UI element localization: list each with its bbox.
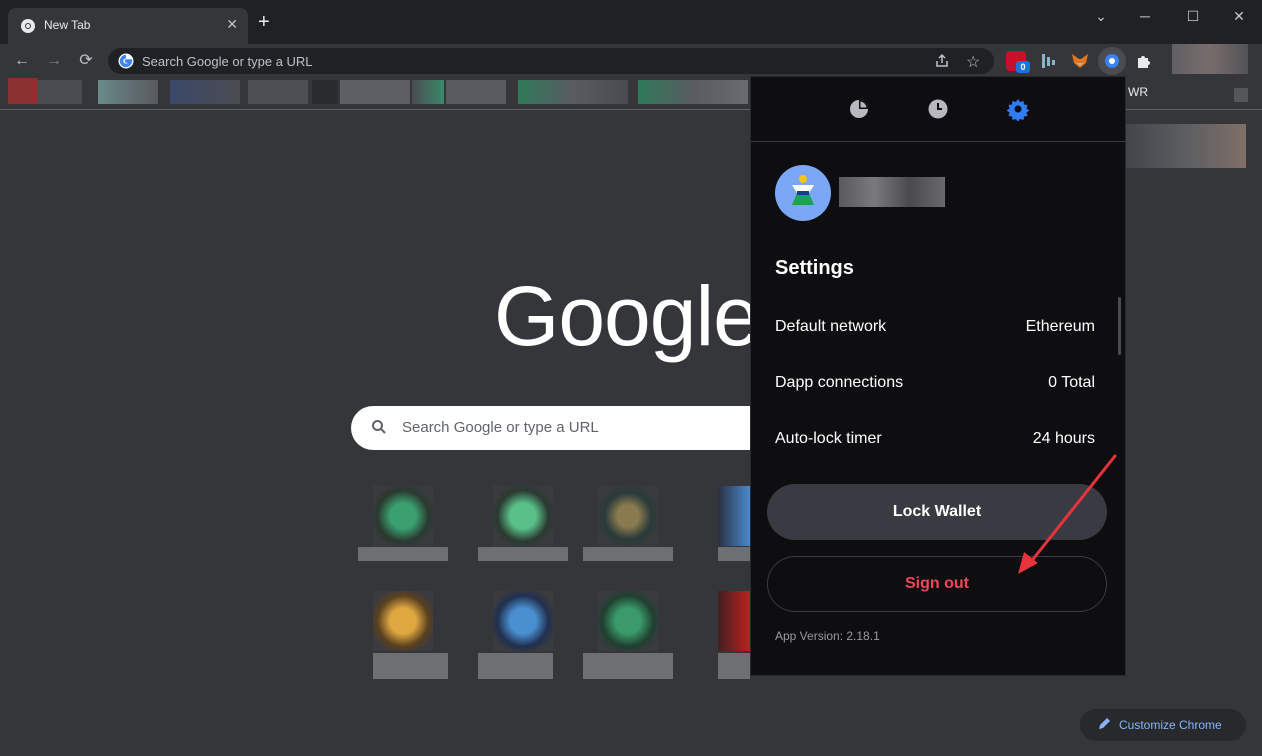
setting-value: 24 hours	[1032, 430, 1095, 447]
maximize-button[interactable]: ☐	[1178, 6, 1208, 26]
bookmark-item[interactable]	[38, 80, 82, 104]
share-icon[interactable]	[934, 53, 950, 74]
reload-button[interactable]: ⟳	[75, 50, 97, 72]
shortcut-tile-icon[interactable]	[373, 486, 433, 546]
bookmark-item[interactable]	[8, 78, 38, 104]
setting-label: Dapp connections	[775, 374, 904, 391]
fox-wallet-icon[interactable]	[1070, 51, 1090, 71]
minimize-button[interactable]: ─	[1130, 6, 1160, 26]
shortcut-tile-label[interactable]	[583, 547, 673, 561]
bookmark-item[interactable]	[170, 80, 240, 104]
wallet-popup: Settings Default network Ethereum Dapp c…	[750, 76, 1126, 676]
profile-avatar[interactable]	[1172, 44, 1248, 74]
scrollbar[interactable]	[1118, 297, 1121, 355]
clock-icon[interactable]	[927, 98, 949, 125]
close-window-button[interactable]: ✕	[1224, 6, 1254, 26]
annotation-arrow-icon	[1018, 454, 1117, 574]
tab-new-tab[interactable]: New Tab ✕	[8, 8, 248, 44]
shortcut-tile-icon[interactable]	[493, 591, 553, 651]
extension-badge: 0	[1016, 61, 1030, 73]
gear-icon[interactable]	[1006, 97, 1030, 126]
bookmark-item[interactable]	[248, 80, 308, 104]
pixelated-shortcut	[1126, 124, 1246, 168]
shortcut-tile-icon[interactable]	[718, 591, 750, 651]
bookmark-item[interactable]	[638, 80, 748, 104]
bookmark-item[interactable]	[98, 80, 158, 104]
shortcut-tile-label[interactable]	[478, 547, 568, 561]
tab-strip: New Tab ✕ + ⌄ ─ ☐ ✕	[0, 0, 1262, 44]
omnibox-placeholder: Search Google or type a URL	[142, 54, 313, 69]
shortcut-tile-label[interactable]	[358, 547, 448, 561]
extension-bars-icon[interactable]	[1038, 51, 1058, 71]
app-version: App Version: 2.18.1	[775, 629, 880, 643]
forward-button[interactable]: →	[43, 50, 65, 72]
bookmark-item[interactable]	[518, 80, 628, 104]
tab-search-button[interactable]: ⌄	[1086, 6, 1116, 26]
setting-value: Ethereum	[1025, 318, 1095, 335]
chrome-icon	[20, 18, 36, 39]
account-name-redacted	[839, 177, 945, 207]
extension-shield-icon[interactable]: 0	[1006, 51, 1030, 73]
pencil-icon	[1097, 717, 1111, 736]
shortcut-tile-label[interactable]	[583, 653, 673, 679]
bookmark-item[interactable]	[340, 80, 410, 104]
setting-value: 0 Total	[1048, 374, 1095, 391]
pie-chart-icon[interactable]	[848, 98, 870, 125]
bookmark-item[interactable]	[312, 80, 338, 104]
ntp-search-placeholder: Search Google or type a URL	[402, 419, 599, 436]
new-tab-button[interactable]: +	[258, 12, 270, 32]
bookmark-overflow[interactable]	[1234, 88, 1248, 102]
close-tab-icon[interactable]: ✕	[226, 16, 238, 33]
shortcut-tile-label[interactable]	[373, 653, 448, 679]
shortcut-tile-icon[interactable]	[598, 486, 658, 546]
bookmark-item[interactable]	[446, 80, 506, 104]
active-wallet-extension-icon[interactable]	[1098, 47, 1126, 75]
shortcut-tile-label[interactable]	[718, 547, 750, 561]
customize-chrome-label: Customize Chrome	[1119, 718, 1222, 732]
customize-chrome-button[interactable]: Customize Chrome	[1080, 709, 1246, 741]
account-avatar[interactable]	[775, 165, 831, 221]
shortcut-tile-icon[interactable]	[718, 486, 750, 546]
google-g-icon	[118, 53, 134, 74]
bookmark-label-wr[interactable]: WR	[1128, 85, 1148, 99]
toolbar: ← → ⟳ Search Google or type a URL ☆ 0	[0, 44, 1262, 78]
shortcut-tile-label[interactable]	[478, 653, 553, 679]
shortcut-tile-icon[interactable]	[373, 591, 433, 651]
google-logo: Google	[494, 269, 760, 363]
setting-label: Auto-lock timer	[775, 430, 882, 447]
setting-label: Default network	[775, 318, 887, 335]
omnibox[interactable]: Search Google or type a URL ☆	[108, 48, 994, 74]
popup-divider	[751, 141, 1125, 142]
tab-title: New Tab	[44, 18, 91, 32]
back-button[interactable]: ←	[11, 50, 33, 72]
shortcut-tile-icon[interactable]	[493, 486, 553, 546]
puzzle-icon[interactable]	[1134, 51, 1154, 71]
search-icon	[371, 419, 387, 440]
star-icon[interactable]: ☆	[966, 52, 980, 72]
shortcut-tile-label[interactable]	[718, 653, 750, 679]
settings-title: Settings	[775, 257, 854, 279]
bookmark-item[interactable]	[412, 80, 444, 104]
shortcut-tile-icon[interactable]	[598, 591, 658, 651]
